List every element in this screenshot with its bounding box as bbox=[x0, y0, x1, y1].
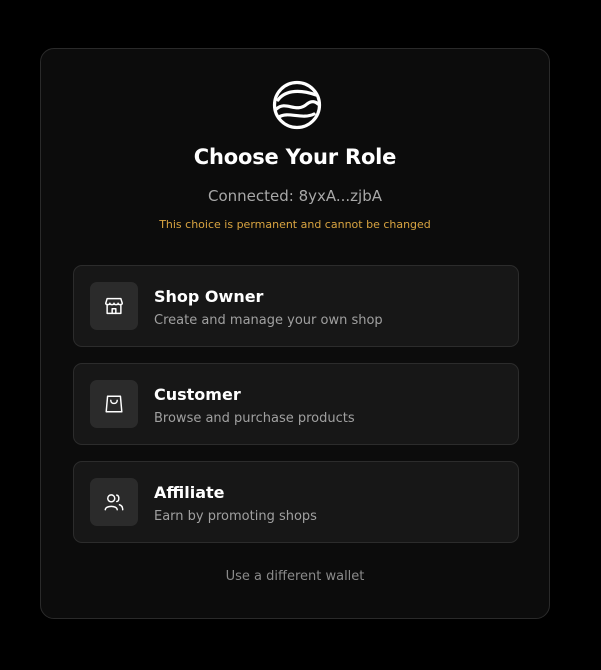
permanent-choice-warning: This choice is permanent and cannot be c… bbox=[159, 218, 431, 231]
role-description: Earn by promoting shops bbox=[154, 509, 317, 524]
page-title: Choose Your Role bbox=[193, 145, 397, 169]
users-icon bbox=[104, 494, 124, 511]
role-description: Create and manage your own shop bbox=[154, 313, 383, 328]
role-title: Affiliate bbox=[154, 483, 225, 502]
shopping-bag-icon bbox=[105, 395, 123, 413]
connected-wallet-text: Connected: 8yxA...zjbA bbox=[207, 187, 383, 205]
use-different-wallet-link[interactable]: Use a different wallet bbox=[41, 569, 549, 584]
role-option-customer[interactable]: Customer Browse and purchase products bbox=[73, 363, 519, 445]
role-selection-card: Choose Your Role Connected: 8yxA...zjbA … bbox=[40, 48, 550, 619]
role-title: Shop Owner bbox=[154, 287, 264, 306]
role-option-affiliate[interactable]: Affiliate Earn by promoting shops bbox=[73, 461, 519, 543]
brand-logo-icon bbox=[272, 80, 322, 130]
role-icon-container bbox=[90, 282, 138, 330]
role-title: Customer bbox=[154, 385, 241, 404]
role-icon-container bbox=[90, 478, 138, 526]
role-icon-container bbox=[90, 380, 138, 428]
role-description: Browse and purchase products bbox=[154, 411, 355, 426]
store-icon bbox=[105, 297, 123, 315]
role-option-shop-owner[interactable]: Shop Owner Create and manage your own sh… bbox=[73, 265, 519, 347]
